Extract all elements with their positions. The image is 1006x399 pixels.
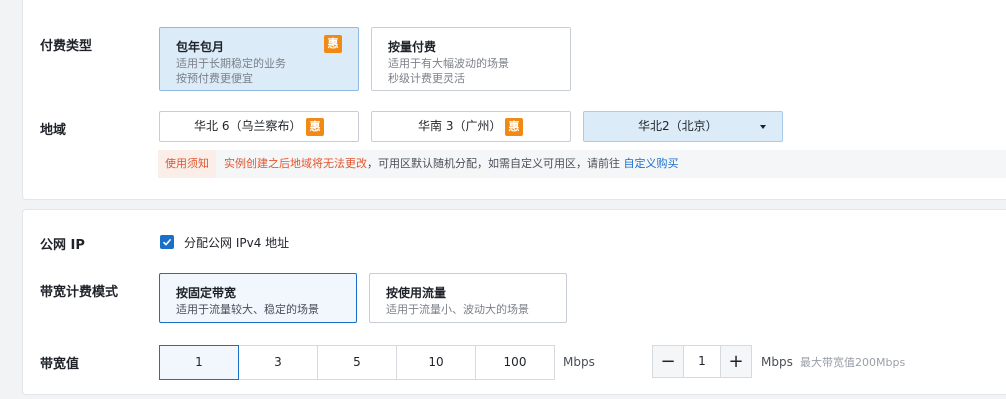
billing-option-subscription[interactable]: 包年包月 适用于长期稳定的业务 按预付费更便宜 惠 bbox=[159, 27, 359, 91]
discount-badge: 惠 bbox=[505, 118, 523, 136]
notice-text: 实例创建之后地域将无法更改，可用区默认随机分配，如需自定义可用区，请前往 自定义… bbox=[224, 150, 679, 178]
region-name: 华北2（北京） bbox=[638, 119, 718, 133]
bandwidth-stepper[interactable]: − 1 + bbox=[652, 345, 752, 378]
region-name: 华北 6（乌兰察布） bbox=[194, 119, 302, 133]
public-ip-checkbox-label[interactable]: 分配公网 IPv4 地址 bbox=[184, 234, 289, 251]
plus-icon[interactable]: + bbox=[720, 346, 751, 377]
bandwidth-mode-fixed[interactable]: 按固定带宽 适用于流量较大、稳定的场景 bbox=[159, 273, 357, 323]
bandwidth-mode-title: 按固定带宽 bbox=[176, 286, 237, 300]
bandwidth-preset-1[interactable]: 1 bbox=[159, 345, 239, 380]
bandwidth-preset-3[interactable]: 3 bbox=[238, 345, 318, 380]
bandwidth-mode-desc: 适用于流量小、波动大的场景 bbox=[386, 303, 529, 316]
region-notice: 使用须知 实例创建之后地域将无法更改，可用区默认随机分配，如需自定义可用区，请前… bbox=[158, 150, 1006, 178]
bandwidth-mode-desc: 适用于流量较大、稳定的场景 bbox=[176, 303, 319, 316]
notice-warning: 实例创建之后地域将无法更改 bbox=[224, 157, 367, 170]
notice-normal: ，可用区默认随机分配，如需自定义可用区，请前往 bbox=[367, 157, 620, 170]
billing-option-desc: 按预付费更便宜 bbox=[176, 72, 253, 85]
stepper-unit: Mbps bbox=[761, 355, 793, 369]
region-option-guangzhou[interactable]: 华南 3（广州） 惠 bbox=[371, 111, 571, 142]
notice-tag: 使用须知 bbox=[158, 150, 216, 178]
billing-option-desc: 适用于有大幅波动的场景 bbox=[388, 57, 509, 70]
bandwidth-preset-5[interactable]: 5 bbox=[317, 345, 397, 380]
billing-option-title: 按量付费 bbox=[388, 40, 437, 54]
billing-option-pay-as-you-go[interactable]: 按量付费 适用于有大幅波动的场景 秒级计费更灵活 bbox=[371, 27, 571, 91]
discount-badge: 惠 bbox=[324, 35, 342, 53]
region-label: 地域 bbox=[40, 123, 67, 138]
max-bandwidth-hint: 最大带宽值200Mbps bbox=[800, 356, 906, 369]
public-ip-checkbox[interactable] bbox=[160, 235, 174, 249]
billing-option-title: 包年包月 bbox=[176, 40, 225, 54]
bandwidth-stepper-value[interactable]: 1 bbox=[684, 346, 720, 377]
billing-option-desc: 适用于长期稳定的业务 bbox=[176, 57, 286, 70]
public-ip-label: 公网 IP bbox=[40, 238, 85, 253]
custom-purchase-link[interactable]: 自定义购买 bbox=[624, 157, 679, 170]
region-option-ulanqab[interactable]: 华北 6（乌兰察布） 惠 bbox=[159, 111, 359, 142]
discount-badge: 惠 bbox=[306, 118, 324, 136]
check-icon bbox=[162, 238, 172, 246]
region-name: 华南 3（广州） bbox=[418, 119, 502, 133]
bandwidth-mode-label: 带宽计费模式 bbox=[40, 285, 119, 300]
billing-option-desc: 秒级计费更灵活 bbox=[388, 72, 465, 85]
bandwidth-preset-100[interactable]: 100 bbox=[475, 345, 555, 380]
region-select-beijing[interactable]: 华北2（北京） bbox=[583, 111, 783, 142]
billing-type-label: 付费类型 bbox=[40, 39, 93, 54]
bandwidth-value-label: 带宽值 bbox=[40, 357, 80, 372]
bandwidth-mode-title: 按使用流量 bbox=[386, 286, 447, 300]
bandwidth-mode-traffic[interactable]: 按使用流量 适用于流量小、波动大的场景 bbox=[369, 273, 567, 323]
bandwidth-preset-10[interactable]: 10 bbox=[396, 345, 476, 380]
bandwidth-unit: Mbps bbox=[563, 355, 595, 369]
minus-icon[interactable]: − bbox=[653, 346, 684, 377]
chevron-down-icon bbox=[760, 125, 766, 129]
